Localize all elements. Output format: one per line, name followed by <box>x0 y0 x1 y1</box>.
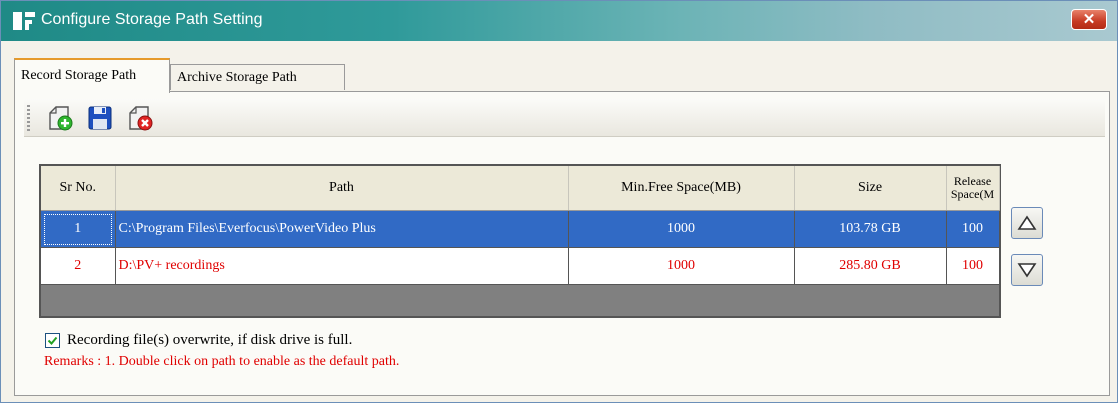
release-header-line2: Space(M <box>950 187 995 201</box>
table-row[interactable]: 1 C:\Program Files\Everfocus\PowerVideo … <box>41 210 1000 248</box>
up-arrow-icon <box>1017 215 1037 230</box>
column-header-size[interactable]: Size <box>794 166 947 211</box>
overwrite-checkbox[interactable] <box>45 333 60 348</box>
toolbar <box>24 99 1105 137</box>
cell-min-free-space[interactable]: 1000 <box>568 247 795 285</box>
tab-panel: Sr No. Path Min.Free Space(MB) Size Rele… <box>14 91 1110 396</box>
toolbar-grip[interactable] <box>27 105 30 131</box>
add-path-button[interactable] <box>44 103 76 133</box>
cell-size: 285.80 GB <box>794 247 947 285</box>
storage-path-grid[interactable]: Sr No. Path Min.Free Space(MB) Size Rele… <box>39 164 1001 318</box>
down-arrow-icon <box>1017 263 1037 278</box>
save-icon <box>88 106 112 130</box>
delete-folder-icon <box>129 106 153 131</box>
title-bar[interactable]: Configure Storage Path Setting ✕ <box>1 1 1117 41</box>
overwrite-label[interactable]: Recording file(s) overwrite, if disk dri… <box>67 332 352 349</box>
column-header-min-free-space[interactable]: Min.Free Space(MB) <box>568 166 795 211</box>
cell-release-space[interactable]: 100 <box>946 247 1000 285</box>
column-header-sr-no[interactable]: Sr No. <box>41 166 116 211</box>
cell-sr-no: 2 <box>41 247 116 285</box>
close-button[interactable]: ✕ <box>1071 9 1107 30</box>
column-header-release-space[interactable]: Release Space(M <box>946 166 1000 211</box>
window-title: Configure Storage Path Setting <box>41 11 263 28</box>
save-button[interactable] <box>84 103 116 133</box>
remarks-text: Remarks : 1. Double click on path to ena… <box>44 354 400 369</box>
cell-size: 103.78 GB <box>794 210 947 248</box>
delete-path-button[interactable] <box>124 103 156 133</box>
app-logo-icon <box>13 12 35 30</box>
tab-archive-storage-path[interactable]: Archive Storage Path <box>170 64 345 90</box>
tab-record-storage-path[interactable]: Record Storage Path <box>14 58 170 93</box>
move-down-button[interactable] <box>1011 254 1043 286</box>
storage-path-table: Sr No. Path Min.Free Space(MB) Size Rele… <box>41 166 1000 285</box>
cell-sr-no: 1 <box>41 210 116 248</box>
column-header-path[interactable]: Path <box>115 166 569 211</box>
configure-storage-dialog: Configure Storage Path Setting ✕ Record … <box>0 0 1118 403</box>
table-row[interactable]: 2 D:\PV+ recordings 1000 285.80 GB 100 <box>41 247 1000 285</box>
cell-min-free-space[interactable]: 1000 <box>568 210 795 248</box>
cell-release-space[interactable]: 100 <box>946 210 1000 248</box>
cell-path[interactable]: C:\Program Files\Everfocus\PowerVideo Pl… <box>115 210 569 248</box>
table-header-row: Sr No. Path Min.Free Space(MB) Size Rele… <box>41 166 1000 211</box>
close-icon: ✕ <box>1082 11 1096 28</box>
move-up-button[interactable] <box>1011 207 1043 239</box>
checkmark-icon <box>47 336 58 345</box>
cell-path[interactable]: D:\PV+ recordings <box>115 247 569 285</box>
add-folder-icon <box>49 106 73 131</box>
